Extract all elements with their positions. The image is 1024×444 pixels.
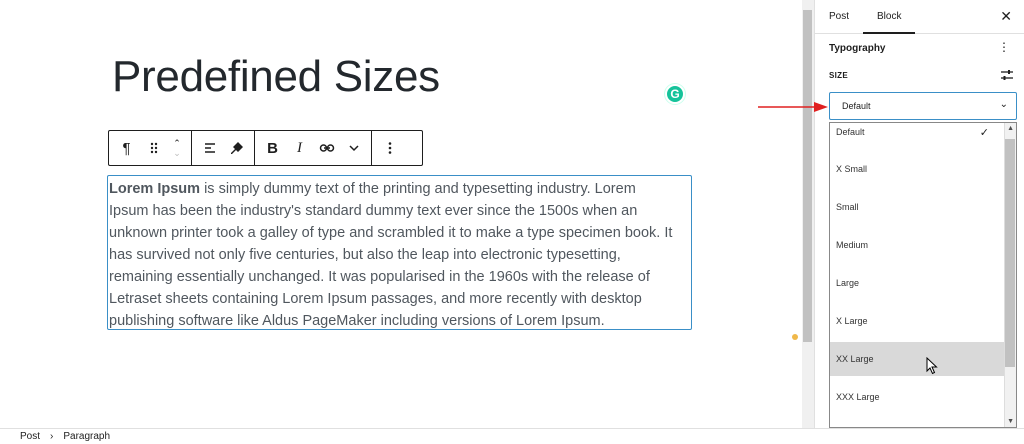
breadcrumb-paragraph[interactable]: Paragraph	[63, 431, 110, 442]
drag-handle-icon[interactable]	[140, 131, 167, 165]
option-label: Medium	[836, 240, 869, 250]
paragraph-block[interactable]: Lorem Ipsum is simply dummy text of the …	[107, 175, 692, 330]
option-label: Large	[836, 278, 860, 288]
size-label: SIZE	[829, 71, 848, 80]
link-icon[interactable]	[313, 131, 340, 165]
toolbar-group-format: B I	[255, 131, 372, 165]
panel-title[interactable]: Typography	[829, 43, 885, 54]
sidebar-tabs: Post Block ✕	[815, 0, 1024, 34]
option-label: X Small	[836, 164, 868, 174]
settings-sidebar: Post Block ✕ Typography ⋮ SIZE Default ⌄…	[814, 0, 1024, 428]
annotation-arrow-icon	[758, 102, 828, 112]
scroll-down-icon[interactable]: ▼	[1007, 418, 1014, 425]
breadcrumb: Post › Paragraph	[20, 431, 110, 442]
canvas-scrollbar-thumb[interactable]	[803, 10, 812, 342]
align-left-icon[interactable]	[196, 131, 223, 165]
paragraph-body: is simply dummy text of the printing and…	[109, 181, 673, 329]
option-medium[interactable]: Medium	[830, 228, 1005, 262]
font-size-select[interactable]: Default ⌄	[829, 92, 1017, 120]
move-down-icon[interactable]: ⌄	[173, 148, 181, 158]
option-small[interactable]: Small	[830, 190, 1005, 224]
paragraph-text[interactable]: Lorem Ipsum is simply dummy text of the …	[109, 178, 679, 332]
dropdown-scrollbar-thumb[interactable]	[1005, 139, 1015, 367]
highlight-icon[interactable]	[223, 131, 250, 165]
option-label: Small	[836, 202, 859, 212]
font-size-dropdown: Default ✓ X Small Small Medium Large X L…	[829, 122, 1017, 428]
block-mover: ⌃ ⌄	[167, 131, 187, 165]
option-x-small[interactable]: X Small	[830, 152, 1005, 186]
mouse-cursor-icon	[926, 357, 938, 375]
option-default[interactable]: Default ✓	[830, 123, 1005, 149]
grammarly-icon[interactable]: G	[665, 84, 685, 104]
toolbar-group-options	[372, 131, 407, 165]
option-label: Default	[836, 127, 865, 137]
option-xx-large[interactable]: XX Large	[830, 342, 1005, 376]
select-value: Default	[842, 101, 871, 111]
option-label: XXX Large	[836, 392, 880, 402]
tab-block[interactable]: Block	[863, 0, 916, 34]
move-up-icon[interactable]: ⌃	[173, 138, 181, 148]
close-icon[interactable]: ✕	[1000, 8, 1012, 25]
scroll-up-icon[interactable]: ▲	[1007, 125, 1014, 132]
paragraph-bold-lead: Lorem Ipsum	[109, 181, 201, 197]
editor-canvas: Predefined Sizes G ¶ ⌃ ⌄ B I Lorem Ipsum…	[0, 0, 800, 428]
chevron-down-icon: ⌄	[999, 99, 1008, 110]
option-label: X Large	[836, 316, 868, 326]
option-x-large[interactable]: X Large	[830, 304, 1005, 338]
block-toolbar: ¶ ⌃ ⌄ B I	[108, 130, 423, 166]
settings-sliders-icon[interactable]	[1000, 68, 1014, 82]
page-title[interactable]: Predefined Sizes	[112, 52, 440, 102]
chevron-right-icon: ›	[50, 431, 54, 442]
more-options-icon[interactable]: ⋮	[998, 40, 1010, 54]
option-large[interactable]: Large	[830, 266, 1005, 300]
tab-post[interactable]: Post	[815, 0, 863, 34]
more-options-icon[interactable]	[376, 131, 403, 165]
paragraph-icon[interactable]: ¶	[113, 131, 140, 165]
chevron-down-icon[interactable]	[340, 131, 367, 165]
toolbar-group-block: ¶ ⌃ ⌄	[109, 131, 192, 165]
bold-button[interactable]: B	[259, 131, 286, 165]
block-editor: Predefined Sizes G ¶ ⌃ ⌄ B I Lorem Ipsum…	[0, 0, 1024, 444]
option-xxx-large[interactable]: XXX Large	[830, 380, 1005, 414]
checkmark-icon: ✓	[979, 126, 989, 139]
italic-button[interactable]: I	[286, 131, 313, 165]
toolbar-group-align	[192, 131, 255, 165]
option-label: XX Large	[836, 354, 874, 364]
breadcrumb-post[interactable]: Post	[20, 431, 40, 442]
breadcrumb-bar: Post › Paragraph	[0, 428, 1024, 444]
status-dot	[792, 334, 798, 340]
